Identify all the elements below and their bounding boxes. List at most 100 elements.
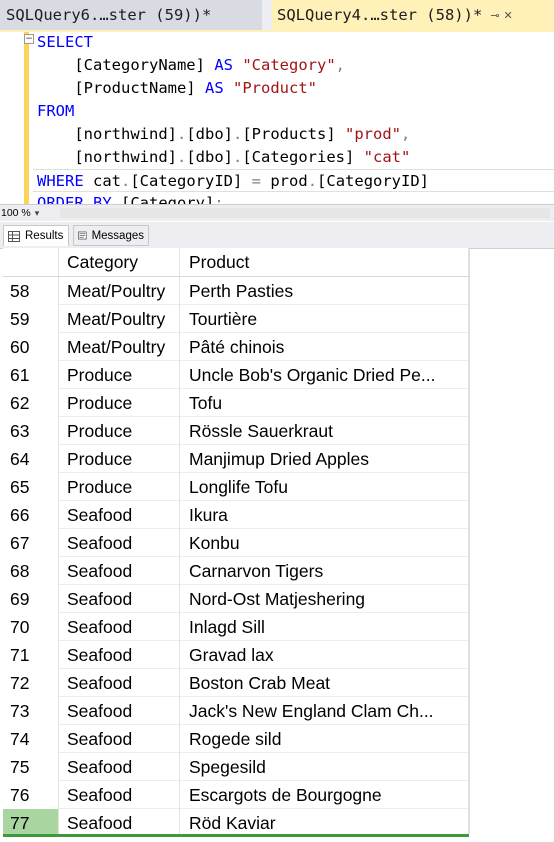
table-row[interactable]: 74 Seafood Rogede sild (3, 725, 469, 753)
zoom-selector[interactable]: 100 % ▾ (1, 206, 39, 220)
category-cell[interactable]: Produce (59, 361, 180, 389)
code-line[interactable]: [CategoryName] AS "Category", (37, 54, 345, 77)
close-icon[interactable]: ✕ (504, 9, 517, 22)
row-number-cell[interactable]: 62 (3, 389, 59, 417)
row-number-cell[interactable]: 70 (3, 613, 59, 641)
table-row[interactable]: 61 Produce Uncle Bob's Organic Dried Pe... (3, 361, 469, 389)
product-cell[interactable]: Pâté chinois (180, 333, 469, 361)
category-cell[interactable]: Produce (59, 417, 180, 445)
product-cell[interactable]: Konbu (180, 529, 469, 557)
category-cell[interactable]: Seafood (59, 697, 180, 725)
category-cell[interactable]: Seafood (59, 501, 180, 529)
row-number-cell[interactable]: 59 (3, 305, 59, 333)
category-cell[interactable]: Seafood (59, 557, 180, 585)
product-cell[interactable]: Uncle Bob's Organic Dried Pe... (180, 361, 469, 389)
product-cell[interactable]: Rössle Sauerkraut (180, 417, 469, 445)
row-number-cell[interactable]: 73 (3, 697, 59, 725)
row-number-header[interactable] (3, 248, 59, 276)
tab-sqlquery4[interactable]: SQLQuery4.…ster (58))* ⊸✕ (272, 0, 554, 30)
table-row[interactable]: 62 Produce Tofu (3, 389, 469, 417)
category-cell[interactable]: Seafood (59, 753, 180, 781)
product-cell[interactable]: Jack's New England Clam Ch... (180, 697, 469, 725)
table-row[interactable]: 75 Seafood Spegesild (3, 753, 469, 781)
horizontal-scrollbar[interactable] (60, 208, 550, 218)
category-cell[interactable]: Produce (59, 389, 180, 417)
product-cell[interactable]: Boston Crab Meat (180, 669, 469, 697)
product-cell[interactable]: Perth Pasties (180, 277, 469, 305)
code-line[interactable]: FROM (37, 100, 74, 123)
category-cell[interactable]: Seafood (59, 613, 180, 641)
row-number-cell[interactable]: 71 (3, 641, 59, 669)
category-cell[interactable]: Seafood (59, 781, 180, 809)
category-cell[interactable]: Seafood (59, 725, 180, 753)
table-row[interactable]: 59 Meat/Poultry Tourtière (3, 305, 469, 333)
table-row[interactable]: 73 Seafood Jack's New England Clam Ch... (3, 697, 469, 725)
row-number-cell[interactable]: 60 (3, 333, 59, 361)
code-line[interactable]: WHERE cat.[CategoryID] = prod.[CategoryI… (33, 169, 554, 192)
collapse-toggle-icon[interactable]: − (24, 34, 34, 44)
table-row[interactable]: 71 Seafood Gravad lax (3, 641, 469, 669)
table-row[interactable]: 67 Seafood Konbu (3, 529, 469, 557)
table-row[interactable]: 69 Seafood Nord-Ost Matjeshering (3, 585, 469, 613)
product-cell[interactable]: Gravad lax (180, 641, 469, 669)
row-number-cell[interactable]: 75 (3, 753, 59, 781)
product-cell[interactable]: Manjimup Dried Apples (180, 445, 469, 473)
product-cell[interactable]: Rogede sild (180, 725, 469, 753)
pin-icon[interactable]: ⊸ (490, 9, 503, 22)
code-line[interactable]: SELECT (37, 32, 93, 54)
product-cell[interactable]: Tofu (180, 389, 469, 417)
category-cell[interactable]: Seafood (59, 669, 180, 697)
column-header-product[interactable]: Product (180, 248, 469, 276)
category-cell[interactable]: Meat/Poultry (59, 277, 180, 305)
table-row[interactable]: 66 Seafood Ikura (3, 501, 469, 529)
category-cell[interactable]: Meat/Poultry (59, 305, 180, 333)
row-number-cell[interactable]: 61 (3, 361, 59, 389)
category-cell[interactable]: Seafood (59, 529, 180, 557)
table-row[interactable]: 76 Seafood Escargots de Bourgogne (3, 781, 469, 809)
row-number-cell[interactable]: 65 (3, 473, 59, 501)
product-cell[interactable]: Inlagd Sill (180, 613, 469, 641)
row-number-cell[interactable]: 67 (3, 529, 59, 557)
table-row[interactable]: 68 Seafood Carnarvon Tigers (3, 557, 469, 585)
column-header-category[interactable]: Category (59, 248, 180, 276)
table-row[interactable]: 72 Seafood Boston Crab Meat (3, 669, 469, 697)
code-line[interactable]: ORDER BY [Category]; (37, 192, 224, 204)
row-number-cell[interactable]: 58 (3, 277, 59, 305)
category-cell[interactable]: Seafood (59, 641, 180, 669)
product-cell[interactable]: Röd Kaviar (180, 809, 469, 837)
row-number-cell[interactable]: 64 (3, 445, 59, 473)
query-editor[interactable]: − SELECT [CategoryName] AS "Category", [… (0, 32, 554, 204)
category-cell[interactable]: Seafood (59, 809, 180, 837)
row-number-cell[interactable]: 69 (3, 585, 59, 613)
category-cell[interactable]: Meat/Poultry (59, 333, 180, 361)
table-row[interactable]: 63 Produce Rössle Sauerkraut (3, 417, 469, 445)
code-line[interactable]: [northwind].[dbo].[Categories] "cat" (37, 146, 410, 169)
code-line[interactable]: [northwind].[dbo].[Products] "prod", (37, 123, 410, 146)
product-cell[interactable]: Tourtière (180, 305, 469, 333)
table-row[interactable]: 77 Seafood Röd Kaviar (3, 809, 469, 837)
row-number-cell[interactable]: 68 (3, 557, 59, 585)
product-cell[interactable]: Nord-Ost Matjeshering (180, 585, 469, 613)
code-line[interactable]: [ProductName] AS "Product" (37, 77, 317, 100)
table-row[interactable]: 65 Produce Longlife Tofu (3, 473, 469, 501)
category-cell[interactable]: Seafood (59, 585, 180, 613)
product-cell[interactable]: Escargots de Bourgogne (180, 781, 469, 809)
category-cell[interactable]: Produce (59, 445, 180, 473)
row-number-cell[interactable]: 76 (3, 781, 59, 809)
product-cell[interactable]: Carnarvon Tigers (180, 557, 469, 585)
tab-results[interactable]: Results (3, 225, 69, 246)
product-cell[interactable]: Ikura (180, 501, 469, 529)
table-row[interactable]: 64 Produce Manjimup Dried Apples (3, 445, 469, 473)
product-cell[interactable]: Longlife Tofu (180, 473, 469, 501)
row-number-cell[interactable]: 63 (3, 417, 59, 445)
row-number-cell[interactable]: 77 (3, 809, 59, 837)
product-cell[interactable]: Spegesild (180, 753, 469, 781)
row-number-cell[interactable]: 66 (3, 501, 59, 529)
tab-messages[interactable]: Messages (73, 225, 149, 246)
table-row[interactable]: 70 Seafood Inlagd Sill (3, 613, 469, 641)
row-number-cell[interactable]: 74 (3, 725, 59, 753)
tab-sqlquery6[interactable]: SQLQuery6.…ster (59))* (0, 0, 262, 30)
table-row[interactable]: 58 Meat/Poultry Perth Pasties (3, 277, 469, 305)
results-grid[interactable]: Category Product 58 Meat/Poultry Perth Pas… (3, 248, 469, 837)
row-number-cell[interactable]: 72 (3, 669, 59, 697)
